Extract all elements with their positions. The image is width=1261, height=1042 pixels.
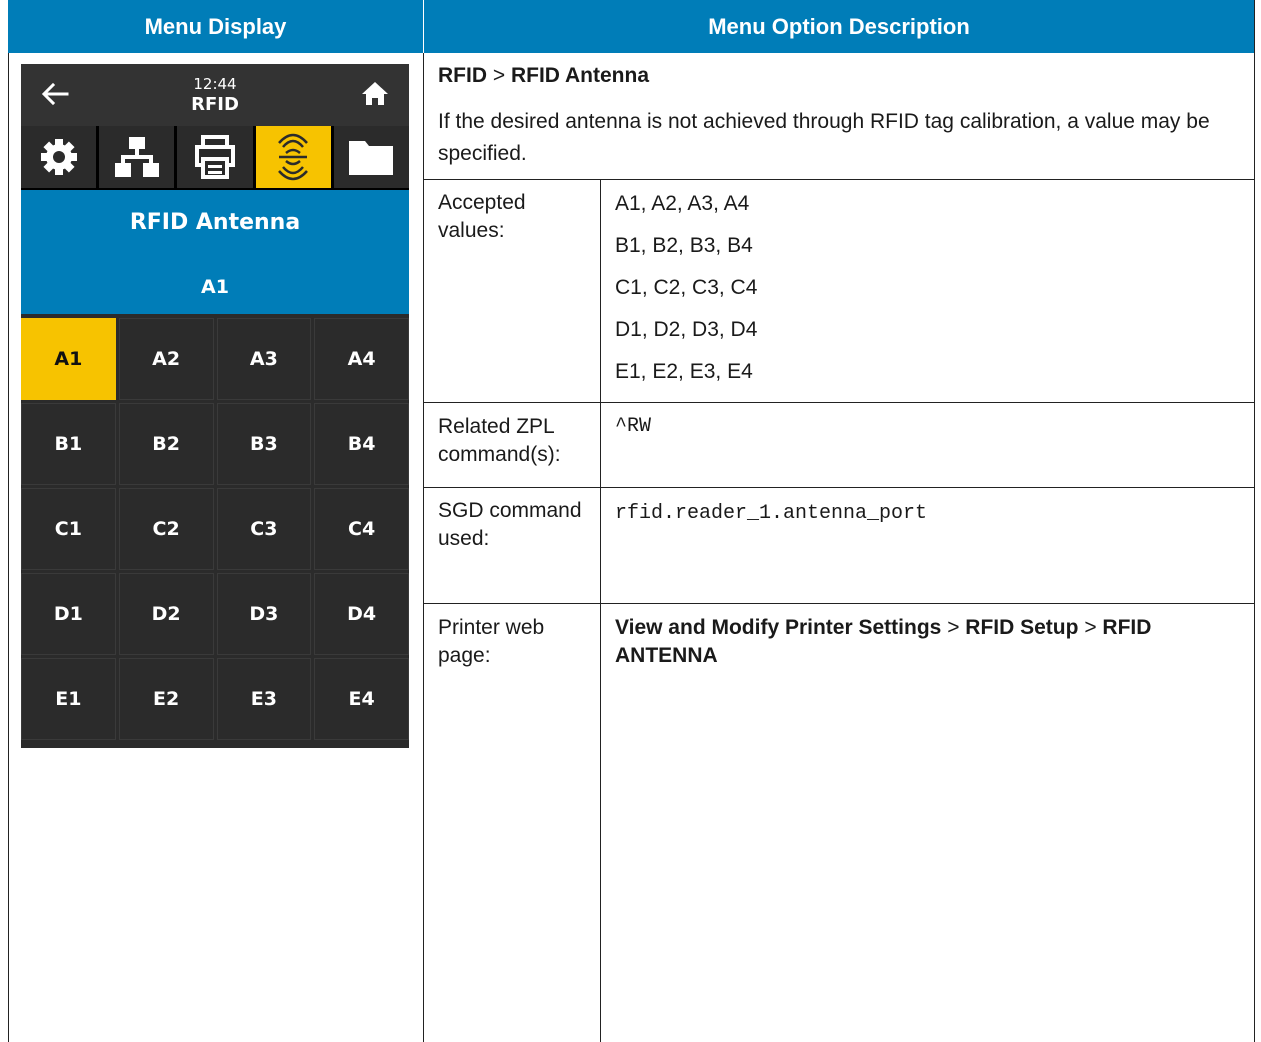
menu-path: RFID > RFID Antenna <box>438 64 649 88</box>
tab-rfid[interactable] <box>255 126 331 188</box>
antenna-option[interactable]: A4 <box>314 318 409 400</box>
antenna-option[interactable]: B4 <box>314 403 409 485</box>
antenna-option[interactable]: E4 <box>314 658 409 740</box>
antenna-grid: A1 A2 A3 A4 B1 B2 B3 B4 C1 C2 C3 C4 D1 D… <box>21 318 409 740</box>
row-divider <box>424 179 1255 180</box>
header-menu-display: Menu Display <box>8 0 423 53</box>
web-path-separator: > <box>947 616 960 639</box>
antenna-option[interactable]: C1 <box>21 488 116 570</box>
header-divider <box>423 0 424 53</box>
antenna-option[interactable]: E2 <box>118 658 214 740</box>
menu-path-parent: RFID <box>438 64 487 87</box>
menu-path-item: RFID Antenna <box>510 64 650 87</box>
category-tabs <box>21 126 410 190</box>
accepted-values-list: A1, A2, A3, A4 B1, B2, B3, B4 C1, C2, C3… <box>615 183 1245 393</box>
tab-print[interactable] <box>177 126 253 188</box>
display-top-bar: 12:44 RFID <box>21 64 409 126</box>
antenna-option[interactable]: A3 <box>216 318 312 400</box>
tab-settings[interactable] <box>21 126 97 188</box>
antenna-option[interactable]: B1 <box>21 403 116 485</box>
display-title: RFID <box>191 94 239 115</box>
antenna-option[interactable]: D3 <box>216 573 312 655</box>
antenna-option[interactable]: B2 <box>118 403 214 485</box>
accepted-values-row: E1, E2, E3, E4 <box>615 360 753 383</box>
accepted-values-row: D1, D2, D3, D4 <box>615 318 758 341</box>
antenna-option[interactable]: C4 <box>314 488 409 570</box>
sgd-command-value: rfid.reader_1.antenna_port <box>615 502 928 525</box>
antenna-option[interactable]: D2 <box>118 573 214 655</box>
web-path-step: View and Modify Printer Settings <box>615 616 942 639</box>
antenna-option[interactable]: C3 <box>216 488 312 570</box>
row-divider <box>424 402 1255 403</box>
setting-banner: RFID Antenna A1 <box>21 190 409 314</box>
network-icon <box>114 137 159 177</box>
inner-column-divider <box>600 180 601 1042</box>
accepted-values-row: A1, A2, A3, A4 <box>615 192 750 215</box>
clock: 12:44 <box>193 75 237 93</box>
folder-icon <box>349 141 394 175</box>
tab-storage[interactable] <box>333 126 410 188</box>
menu-path-separator: > <box>492 64 506 87</box>
antenna-option[interactable]: A2 <box>118 318 214 400</box>
accepted-values-row: B1, B2, B3, B4 <box>615 234 753 257</box>
accepted-values-row: C1, C2, C3, C4 <box>615 276 758 299</box>
printer-display: 12:44 RFID RFID Antenna A1 A1 A2 A3 A4 B… <box>21 64 410 748</box>
row-divider <box>424 603 1255 604</box>
setting-current-value: A1 <box>201 276 229 298</box>
printer-icon <box>195 135 235 179</box>
zpl-command-value: ^RW <box>615 415 652 438</box>
antenna-option[interactable]: C2 <box>118 488 214 570</box>
sgd-command-label: SGD command used: <box>438 499 582 550</box>
antenna-option[interactable]: D4 <box>314 573 409 655</box>
rfid-icon <box>278 133 309 181</box>
row-divider <box>424 487 1255 488</box>
header-menu-option-description: Menu Option Description <box>424 0 1254 53</box>
accepted-values-label: Accepted values: <box>438 191 526 242</box>
column-divider <box>423 53 424 1042</box>
antenna-option[interactable]: E1 <box>21 658 116 740</box>
web-path-separator: > <box>1084 616 1097 639</box>
antenna-option[interactable]: E3 <box>216 658 312 740</box>
settings-icon <box>40 139 77 175</box>
option-description: If the desired antenna is not achieved t… <box>438 110 1210 165</box>
printer-web-page-path: View and Modify Printer Settings > RFID … <box>615 614 1235 670</box>
antenna-option[interactable]: B3 <box>216 403 312 485</box>
antenna-option[interactable]: D1 <box>21 573 116 655</box>
printer-web-page-label: Printer web page: <box>438 616 545 667</box>
setting-title: RFID Antenna <box>129 210 301 235</box>
zpl-command-label: Related ZPL command(s): <box>438 415 561 466</box>
web-path-step: RFID Setup <box>965 616 1079 639</box>
tab-network[interactable] <box>99 126 175 188</box>
antenna-option[interactable]: A1 <box>21 318 116 400</box>
home-icon[interactable] <box>361 80 389 106</box>
